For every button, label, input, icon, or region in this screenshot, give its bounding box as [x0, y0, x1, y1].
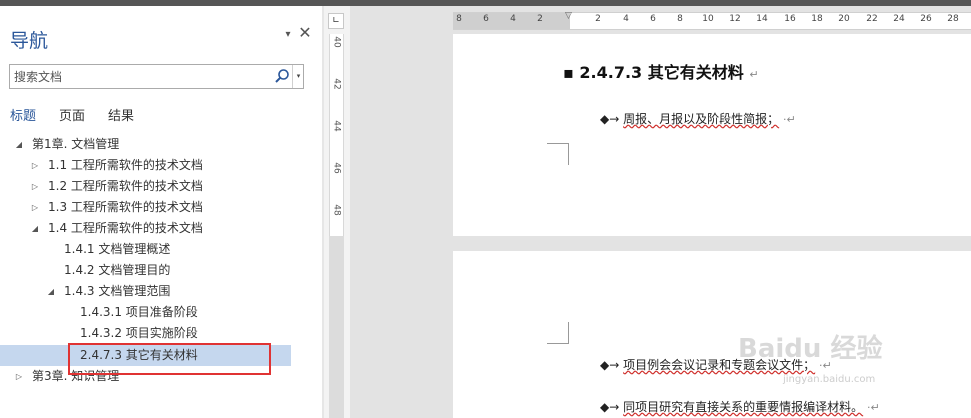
- nav-search-input[interactable]: [10, 65, 270, 88]
- bullet-symbol: ◆→: [600, 358, 620, 372]
- document-heading[interactable]: ▪ 2.4.7.3 其它有关材料 ↵: [563, 59, 759, 83]
- paragraph-mark: ·↵: [782, 113, 796, 126]
- tree-item-label: 1.3 工程所需软件的技术文档: [48, 200, 203, 214]
- hruler-tick: 26: [920, 14, 932, 24]
- tree-item-label: 1.4.1 文档管理概述: [64, 242, 171, 256]
- tree-item-1-4-1[interactable]: 1.4.1 文档管理概述: [0, 239, 291, 260]
- hruler-tick: 10: [702, 14, 714, 24]
- search-options-chevron-down-icon[interactable]: ▾: [292, 65, 304, 88]
- tab-headings[interactable]: 标题: [10, 105, 36, 124]
- hruler-tick: 8: [677, 14, 683, 24]
- tree-expand-icon[interactable]: ◢: [30, 218, 40, 239]
- nav-title: 导航: [10, 30, 49, 52]
- tree-expand-icon[interactable]: ◢: [46, 281, 56, 302]
- hruler-tick: 24: [893, 14, 905, 24]
- tree-item-chapter-1[interactable]: ◢ 第1章. 文档管理: [0, 134, 291, 155]
- horizontal-ruler: 8 6 4 2 ▽ 2 4 6 8 10 12 14 16 18 20 22 2…: [453, 11, 971, 30]
- hruler-tick: 14: [756, 14, 768, 24]
- nav-search-box: ▾: [9, 64, 304, 89]
- tree-expand-icon[interactable]: ◢: [14, 134, 24, 155]
- watermark-logo: Baidu 经验: [738, 334, 883, 364]
- hruler-tick: 12: [729, 14, 741, 24]
- nav-options-chevron-down-icon[interactable]: ▾: [281, 28, 295, 42]
- hruler-tick: 4: [510, 14, 516, 24]
- tree-collapse-icon[interactable]: ▷: [30, 197, 40, 218]
- tree-item-1-1[interactable]: ▷ 1.1 工程所需软件的技术文档: [0, 155, 291, 176]
- vertical-ruler-gap: [329, 236, 344, 418]
- paragraph-mark: ·↵: [866, 401, 880, 414]
- tab-pages[interactable]: 页面: [59, 105, 85, 124]
- tree-collapse-icon[interactable]: ▷: [14, 366, 24, 387]
- bullet-text: 周报、月报以及阶段性简报；: [623, 112, 780, 126]
- vruler-tick: 44: [331, 120, 342, 132]
- watermark-url: jingyan.baidu.com: [783, 374, 876, 385]
- tree-item-1-4-3[interactable]: ◢ 1.4.3 文档管理范围: [0, 281, 291, 302]
- hruler-tick: 18: [811, 14, 823, 24]
- document-page-2[interactable]: [453, 251, 971, 418]
- tree-item-1-4-2[interactable]: 1.4.2 文档管理目的: [0, 260, 291, 281]
- tree-item-1-2[interactable]: ▷ 1.2 工程所需软件的技术文档: [0, 176, 291, 197]
- tree-item-label: 1.4.2 文档管理目的: [64, 263, 171, 277]
- paragraph-mark: ↵: [749, 68, 759, 81]
- vruler-tick: 46: [331, 162, 342, 174]
- tree-item-label: 1.4.3 文档管理范围: [64, 284, 171, 298]
- hruler-tick: 20: [838, 14, 850, 24]
- tab-results[interactable]: 结果: [108, 105, 134, 124]
- bullet-item[interactable]: ◆→ 周报、月报以及阶段性简报； ·↵: [600, 110, 796, 127]
- hruler-tick: 8: [456, 14, 462, 24]
- hruler-tick: 22: [866, 14, 878, 24]
- bullet-text: 同项目研究有直接关系的重要情报编译材料。: [623, 400, 864, 414]
- tree-item-1-4-3-2[interactable]: 1.4.3.2 项目实施阶段: [0, 323, 291, 344]
- annotation-highlight-box: [68, 343, 271, 375]
- nav-close-icon[interactable]: ✕: [298, 24, 312, 42]
- bullet-symbol: ◆→: [600, 112, 620, 126]
- tree-item-label: 1.2 工程所需软件的技术文档: [48, 179, 203, 193]
- tree-item-label: 第1章. 文档管理: [32, 137, 120, 151]
- tree-item-1-4[interactable]: ◢ 1.4 工程所需软件的技术文档: [0, 218, 291, 239]
- bullet-symbol: ◆→: [600, 400, 620, 414]
- tree-item-1-4-3-1[interactable]: 1.4.3.1 项目准备阶段: [0, 302, 291, 323]
- vruler-tick: 40: [331, 36, 342, 48]
- vruler-tick: 48: [331, 204, 342, 216]
- bullet-item[interactable]: ◆→ 同项目研究有直接关系的重要情报编译材料。 ·↵: [600, 398, 880, 415]
- tree-item-1-3[interactable]: ▷ 1.3 工程所需软件的技术文档: [0, 197, 291, 218]
- hruler-tick: 2: [537, 14, 543, 24]
- heading-text: 2.4.7.3 其它有关材料: [579, 63, 744, 82]
- hruler-tick: 6: [650, 14, 656, 24]
- tree-item-label: 1.4 工程所需软件的技术文档: [48, 221, 203, 235]
- tree-collapse-icon[interactable]: ▷: [30, 155, 40, 176]
- hruler-tick: 28: [947, 14, 959, 24]
- tab-selector-icon[interactable]: ∟: [328, 13, 344, 29]
- heading-marker: ▪: [563, 63, 574, 82]
- hruler-tick: 6: [483, 14, 489, 24]
- search-icon[interactable]: [274, 68, 290, 84]
- first-line-indent-marker[interactable]: ▽: [565, 11, 572, 21]
- vruler-tick: 42: [331, 78, 342, 90]
- tree-item-label: 1.4.3.2 项目实施阶段: [80, 326, 198, 340]
- hruler-tick: 4: [623, 14, 629, 24]
- tree-collapse-icon[interactable]: ▷: [30, 176, 40, 197]
- tree-item-label: 1.4.3.1 项目准备阶段: [80, 305, 198, 319]
- hruler-tick: 16: [784, 14, 796, 24]
- page-corner-mark: [547, 143, 569, 165]
- page-corner-mark: [547, 322, 569, 344]
- tree-item-label: 1.1 工程所需软件的技术文档: [48, 158, 203, 172]
- hruler-tick: 2: [595, 14, 601, 24]
